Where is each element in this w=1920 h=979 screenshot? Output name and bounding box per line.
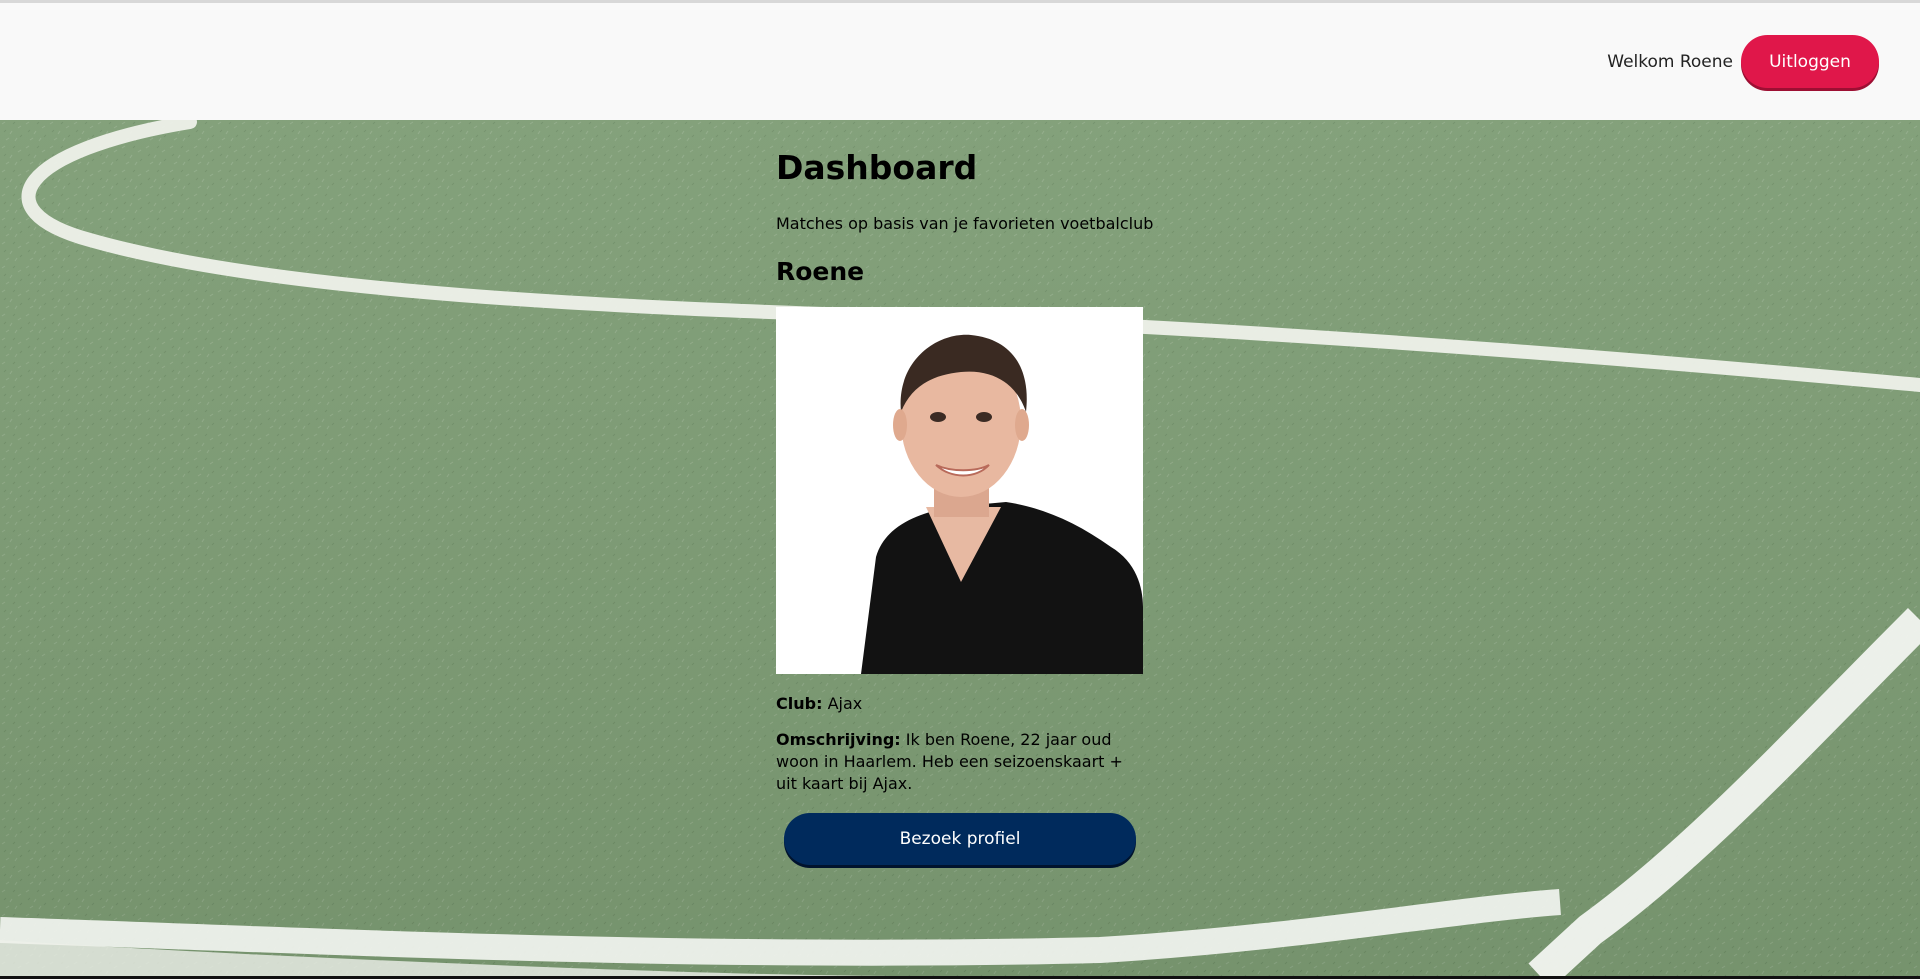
match-profile-photo [776,307,1143,674]
description-label: Omschrijving: [776,730,901,749]
description-line: Omschrijving: Ik ben Roene, 22 jaar oud … [776,729,1146,795]
dashboard-content: Dashboard Matches op basis van je favori… [776,148,1156,865]
top-bar: Welkom Roene Uitloggen [0,3,1920,120]
match-name: Roene [776,257,865,286]
logout-button[interactable]: Uitloggen [1741,35,1879,88]
club-label: Club: [776,694,823,713]
visit-profile-button[interactable]: Bezoek profiel [784,813,1136,865]
page-title: Dashboard [776,148,978,187]
page-subtitle: Matches op basis van je favorieten voetb… [776,214,1154,233]
welcome-text: Welkom Roene [1607,52,1733,72]
club-line: Club: Ajax [776,693,1156,715]
club-value: Ajax [827,694,863,713]
